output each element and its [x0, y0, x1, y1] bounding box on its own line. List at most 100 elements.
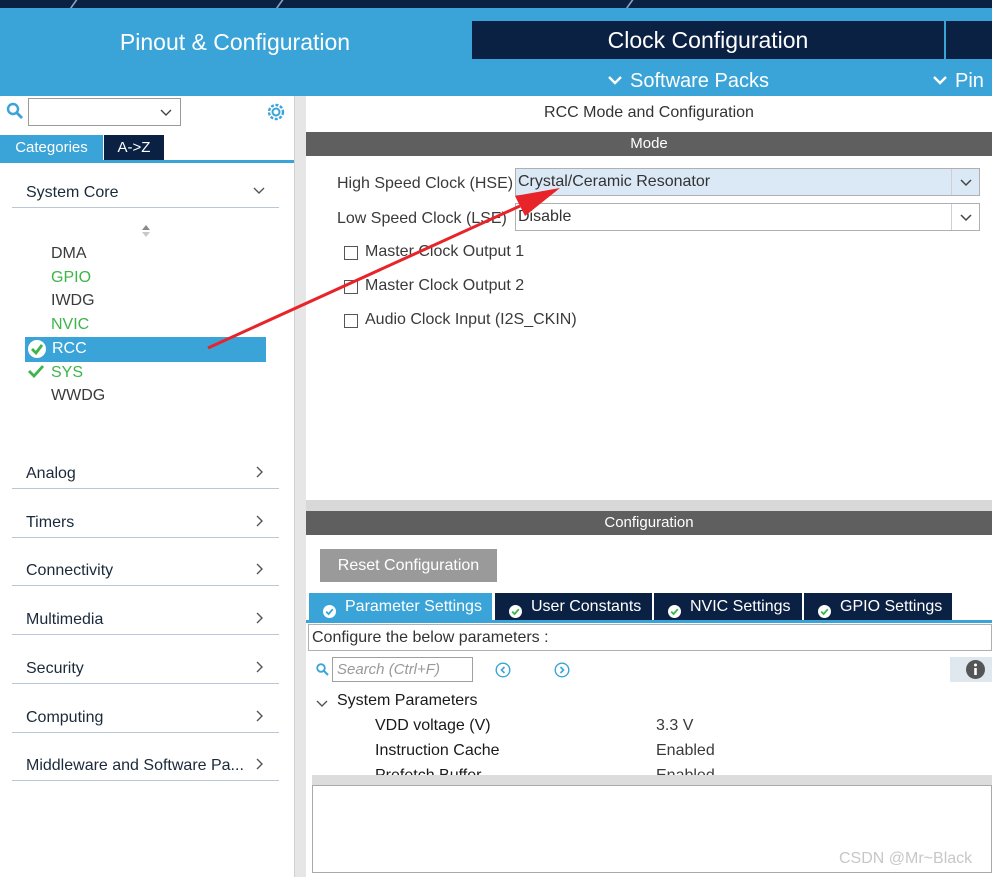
tab-underline	[0, 160, 294, 163]
checkmark-icon	[28, 364, 45, 379]
top-nav-strip	[0, 0, 992, 10]
hse-value: Crystal/Ceramic Resonator	[518, 173, 711, 190]
tab-label: GPIO Settings	[840, 598, 943, 615]
next-result-icon[interactable]	[554, 662, 570, 678]
check-circle-icon	[323, 600, 336, 618]
chevron-down-icon	[959, 176, 973, 190]
section-multimedia[interactable]: Multimedia	[12, 605, 279, 635]
mco2-checkbox[interactable]	[344, 280, 358, 294]
checkmark-circle-icon	[27, 339, 47, 359]
tab-label: User Constants	[531, 598, 642, 615]
hse-select[interactable]: Crystal/Ceramic Resonator	[515, 168, 980, 196]
sidebar-item-rcc[interactable]: RCC	[25, 337, 266, 362]
sidebar-item-dma[interactable]: DMA	[51, 243, 87, 265]
dropdown-divider	[951, 204, 952, 230]
sidebar-item-gpio[interactable]: GPIO	[51, 267, 91, 289]
hse-label: High Speed Clock (HSE)	[337, 175, 514, 192]
tab-a-to-z[interactable]: A->Z	[104, 135, 164, 160]
tab-clock-configuration[interactable]: Clock Configuration	[472, 21, 944, 59]
system-parameters-group[interactable]: System Parameters	[337, 692, 477, 710]
sidebar-item-sys[interactable]: SYS	[51, 362, 83, 384]
chevron-down-icon	[253, 184, 265, 198]
stm32cubemx-window: Pinout & Configuration Clock Configurati…	[0, 0, 992, 877]
gear-icon[interactable]	[265, 101, 287, 123]
param-prefetch-value[interactable]: Enabled	[656, 767, 715, 775]
tab-nvic-settings[interactable]: NVIC Settings	[654, 593, 802, 620]
mode-header: Mode	[306, 132, 992, 156]
section-connectivity[interactable]: Connectivity	[12, 556, 279, 586]
chevron-right-icon	[253, 465, 265, 479]
i2s-ckin-checkbox[interactable]	[344, 314, 358, 328]
chevron-right-icon	[253, 611, 265, 625]
section-label: Connectivity	[26, 562, 114, 579]
info-button[interactable]	[950, 657, 992, 682]
sidebar-item-label: RCC	[52, 340, 87, 357]
chevron-down-icon	[959, 211, 973, 225]
tab-categories[interactable]: Categories	[0, 135, 103, 160]
info-icon	[966, 660, 985, 679]
section-computing[interactable]: Computing	[12, 703, 279, 733]
section-label: Security	[26, 660, 84, 677]
param-vdd-label[interactable]: VDD voltage (V)	[375, 717, 491, 735]
param-icache-value[interactable]: Enabled	[656, 742, 715, 760]
dropdown-divider	[951, 169, 952, 195]
tab-label: NVIC Settings	[690, 598, 791, 615]
sort-icon[interactable]	[140, 224, 152, 238]
sidebar-item-wwdg[interactable]: WWDG	[51, 385, 105, 407]
tab-user-constants[interactable]: User Constants	[495, 593, 652, 620]
parameter-search-input[interactable]: Search (Ctrl+F)	[332, 657, 473, 682]
tab-underline	[306, 620, 992, 623]
section-label: Computing	[26, 709, 104, 726]
section-timers[interactable]: Timers	[12, 508, 279, 538]
tab-overflow[interactable]	[946, 21, 992, 59]
previous-result-icon[interactable]	[495, 662, 511, 678]
section-analog[interactable]: Analog	[12, 459, 279, 489]
main-header: Pinout & Configuration Clock Configurati…	[0, 8, 992, 96]
software-packs-menu[interactable]: Software Packs	[608, 66, 769, 96]
param-vdd-value[interactable]: 3.3 V	[656, 717, 693, 735]
panel-title: RCC Mode and Configuration	[544, 104, 754, 121]
lse-label: Low Speed Clock (LSE)	[337, 210, 507, 227]
mco1-checkbox[interactable]	[344, 246, 358, 260]
tab-parameter-settings[interactable]: Parameter Settings	[309, 593, 492, 620]
sidebar-item-iwdg[interactable]: IWDG	[51, 290, 95, 312]
check-circle-icon	[668, 600, 681, 618]
section-system-core[interactable]: System Core	[12, 178, 279, 208]
section-label: Analog	[26, 465, 76, 482]
section-label: Timers	[26, 514, 75, 531]
tab-pinout-configuration[interactable]: Pinout & Configuration	[0, 22, 470, 66]
check-circle-icon	[509, 600, 522, 618]
search-icon[interactable]	[6, 102, 24, 120]
param-icache-label[interactable]: Instruction Cache	[375, 742, 500, 760]
parameter-list: VDD voltage (V) 3.3 V Instruction Cache …	[306, 711, 992, 775]
chevron-right-icon	[253, 757, 265, 771]
chevron-right-icon	[253, 562, 265, 576]
chevron-down-icon[interactable]	[316, 696, 328, 707]
section-middleware[interactable]: Middleware and Software Pa...	[12, 751, 279, 781]
chevron-down-icon	[608, 65, 622, 95]
pinout-menu[interactable]: Pin	[933, 66, 984, 96]
configure-hint: Configure the below parameters :	[308, 624, 992, 651]
i2s-ckin-label: Audio Clock Input (I2S_CKIN)	[365, 311, 577, 328]
mco1-label: Master Clock Output 1	[365, 243, 525, 260]
panel-splitter[interactable]	[294, 96, 306, 877]
reset-configuration-button[interactable]: Reset Configuration	[320, 549, 497, 582]
sidebar-item-nvic[interactable]: NVIC	[51, 314, 89, 336]
chevron-right-icon	[253, 709, 265, 723]
lse-value: Disable	[518, 208, 572, 225]
section-label: System Core	[26, 184, 119, 201]
tab-label: Parameter Settings	[345, 598, 482, 615]
section-security[interactable]: Security	[12, 654, 279, 684]
rcc-config-panel: RCC Mode and Configuration Mode High Spe…	[306, 96, 992, 877]
section-label: Multimedia	[26, 611, 104, 628]
lse-select[interactable]: Disable	[515, 203, 980, 231]
chevron-right-icon	[253, 660, 265, 674]
search-combo[interactable]	[28, 98, 181, 126]
mco2-label: Master Clock Output 2	[365, 277, 525, 294]
check-circle-icon	[818, 600, 831, 618]
description-splitter[interactable]	[312, 775, 992, 785]
param-prefetch-label[interactable]: Prefetch Buffer	[375, 767, 481, 775]
pane-splitter[interactable]	[306, 500, 992, 511]
configuration-header: Configuration	[306, 511, 992, 535]
tab-gpio-settings[interactable]: GPIO Settings	[804, 593, 952, 620]
